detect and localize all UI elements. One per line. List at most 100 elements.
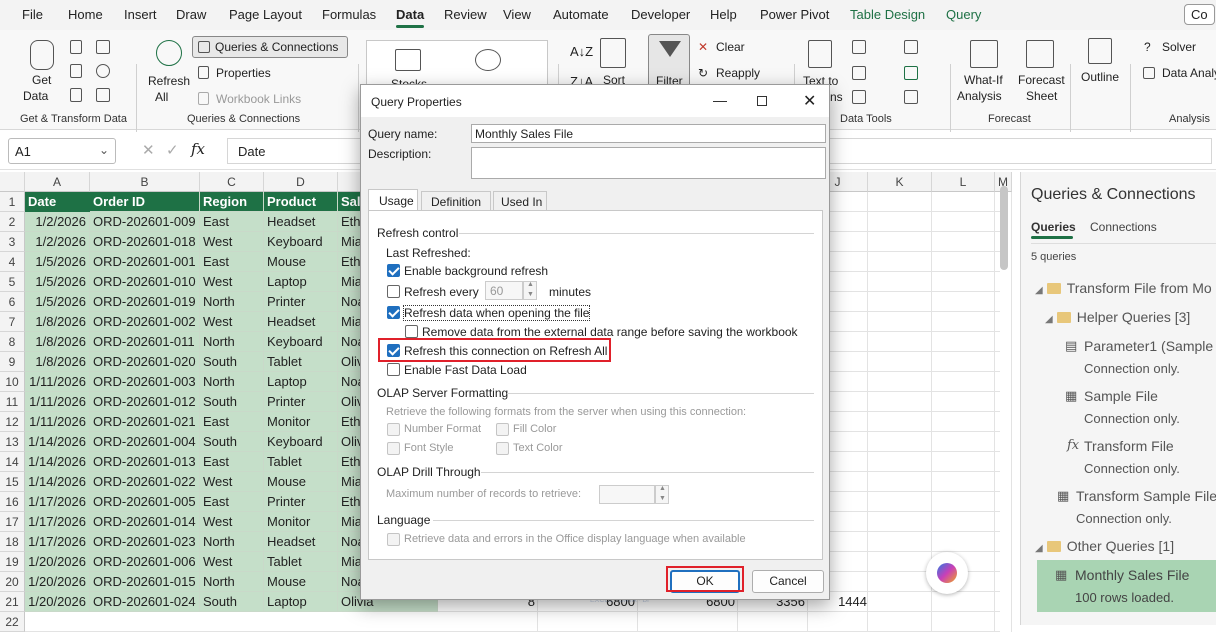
- refresh-on-open-checkbox[interactable]: [387, 306, 400, 319]
- row-header[interactable]: 5: [0, 272, 25, 292]
- query-item-monthly-sales[interactable]: ▦ Monthly Sales File 100 rows loaded.: [1037, 560, 1216, 612]
- query-item-parameter1[interactable]: Parameter1 (Sample F: [1084, 338, 1216, 354]
- column-header-l[interactable]: L: [932, 172, 995, 192]
- table-cell[interactable]: Keyboard: [264, 432, 338, 452]
- column-header-d[interactable]: D: [264, 172, 338, 192]
- table-cell[interactable]: North: [200, 292, 264, 312]
- row-header[interactable]: 3: [0, 232, 25, 252]
- table-cell[interactable]: 1/14/2026: [25, 452, 90, 472]
- row-header[interactable]: 19: [0, 552, 25, 572]
- language-checkbox[interactable]: [387, 533, 400, 546]
- table-cell[interactable]: North: [200, 532, 264, 552]
- table-cell[interactable]: South: [200, 432, 264, 452]
- max-records-spinner[interactable]: ▲ ▼: [655, 485, 669, 504]
- tab-used-in[interactable]: Used In: [493, 191, 547, 211]
- select-all-corner[interactable]: [0, 172, 25, 192]
- query-name-input[interactable]: Monthly Sales File: [471, 124, 826, 143]
- row-header[interactable]: 14: [0, 452, 25, 472]
- copilot-button[interactable]: [926, 552, 968, 594]
- clear-button[interactable]: Clear: [716, 40, 745, 54]
- tab-power-pivot[interactable]: Power Pivot: [760, 7, 829, 22]
- row-header[interactable]: 13: [0, 432, 25, 452]
- table-cell[interactable]: Mouse: [264, 572, 338, 592]
- table-cell[interactable]: 1/17/2026: [25, 532, 90, 552]
- table-cell[interactable]: East: [200, 492, 264, 512]
- tab-query[interactable]: Query: [946, 7, 981, 22]
- table-cell[interactable]: ORD-202601-003: [90, 372, 200, 392]
- what-if-button[interactable]: What-If: [964, 73, 1003, 87]
- table-cell[interactable]: Tablet: [264, 552, 338, 572]
- outline-button[interactable]: Outline: [1081, 70, 1119, 84]
- query-item-transform-file[interactable]: Transform File: [1084, 438, 1174, 454]
- cancel-entry-icon[interactable]: ✕: [142, 141, 155, 159]
- table-header-cell[interactable]: Region: [200, 192, 264, 212]
- tab-file[interactable]: File: [22, 7, 43, 22]
- row-header[interactable]: 6: [0, 292, 25, 312]
- table-cell[interactable]: ORD-202601-019: [90, 292, 200, 312]
- table-cell[interactable]: Keyboard: [264, 332, 338, 352]
- get-data-button[interactable]: Get: [32, 73, 51, 87]
- font-style-checkbox[interactable]: [387, 442, 400, 455]
- table-cell[interactable]: ORD-202601-013: [90, 452, 200, 472]
- row-header[interactable]: 1: [0, 192, 25, 212]
- consolidate-icon[interactable]: [904, 40, 918, 54]
- table-cell[interactable]: West: [200, 512, 264, 532]
- row-header[interactable]: 15: [0, 472, 25, 492]
- remove-duplicates-icon[interactable]: [852, 66, 866, 80]
- table-cell[interactable]: 1/8/2026: [25, 312, 90, 332]
- row-header[interactable]: 16: [0, 492, 25, 512]
- tab-insert[interactable]: Insert: [124, 7, 157, 22]
- table-cell[interactable]: 1/20/2026: [25, 592, 90, 612]
- tab-developer[interactable]: Developer: [631, 7, 690, 22]
- table-cell[interactable]: Laptop: [264, 592, 338, 612]
- data-analysis-button[interactable]: Data Analy: [1162, 66, 1216, 80]
- table-cell[interactable]: North: [200, 372, 264, 392]
- forecast-sheet-button[interactable]: Forecast: [1018, 73, 1065, 87]
- tab-home[interactable]: Home: [68, 7, 103, 22]
- table-cell[interactable]: 1/17/2026: [25, 492, 90, 512]
- confirm-entry-icon[interactable]: ✓: [166, 141, 179, 159]
- table-cell[interactable]: Headset: [264, 312, 338, 332]
- query-group-transform[interactable]: ◢ Transform File from Mo: [1035, 280, 1212, 296]
- table-cell[interactable]: Laptop: [264, 372, 338, 392]
- table-cell[interactable]: South: [200, 592, 264, 612]
- table-cell[interactable]: 1/11/2026: [25, 392, 90, 412]
- text-color-checkbox[interactable]: [496, 442, 509, 455]
- table-cell[interactable]: ORD-202601-011: [90, 332, 200, 352]
- table-cell[interactable]: West: [200, 552, 264, 572]
- table-cell[interactable]: ORD-202601-015: [90, 572, 200, 592]
- tab-draw[interactable]: Draw: [176, 7, 206, 22]
- from-table-icon[interactable]: [70, 88, 82, 102]
- table-cell[interactable]: Printer: [264, 292, 338, 312]
- table-cell[interactable]: West: [200, 272, 264, 292]
- row-header[interactable]: 22: [0, 612, 25, 632]
- solver-button[interactable]: Solver: [1162, 40, 1196, 54]
- manage-data-model-icon[interactable]: [904, 90, 918, 104]
- recent-sources-icon[interactable]: [96, 64, 110, 78]
- table-cell[interactable]: ORD-202601-009: [90, 212, 200, 232]
- table-header-cell[interactable]: Product: [264, 192, 338, 212]
- row-header[interactable]: 18: [0, 532, 25, 552]
- tab-view[interactable]: View: [503, 7, 531, 22]
- existing-connections-icon[interactable]: [96, 88, 110, 102]
- table-cell[interactable]: ORD-202601-002: [90, 312, 200, 332]
- table-cell[interactable]: Laptop: [264, 272, 338, 292]
- row-header[interactable]: 10: [0, 372, 25, 392]
- table-cell[interactable]: ORD-202601-004: [90, 432, 200, 452]
- refresh-all-button-2[interactable]: All: [155, 90, 168, 104]
- table-cell[interactable]: West: [200, 312, 264, 332]
- table-cell[interactable]: Keyboard: [264, 232, 338, 252]
- table-cell[interactable]: 1/8/2026: [25, 352, 90, 372]
- refresh-interval-spinner[interactable]: ▲ ▼: [523, 281, 537, 300]
- table-cell[interactable]: ORD-202601-022: [90, 472, 200, 492]
- table-cell[interactable]: East: [200, 412, 264, 432]
- column-header-c[interactable]: C: [200, 172, 264, 192]
- tab-usage[interactable]: Usage: [368, 189, 418, 211]
- properties-button[interactable]: Properties: [216, 66, 271, 80]
- table-cell[interactable]: 1/20/2026: [25, 552, 90, 572]
- queries-connections-button[interactable]: Queries & Connections: [192, 36, 348, 58]
- refresh-all-button[interactable]: Refresh: [148, 74, 190, 88]
- comments-button[interactable]: Co: [1184, 4, 1215, 25]
- max-records-input[interactable]: [599, 485, 655, 504]
- forecast-sheet-button-2[interactable]: Sheet: [1026, 89, 1057, 103]
